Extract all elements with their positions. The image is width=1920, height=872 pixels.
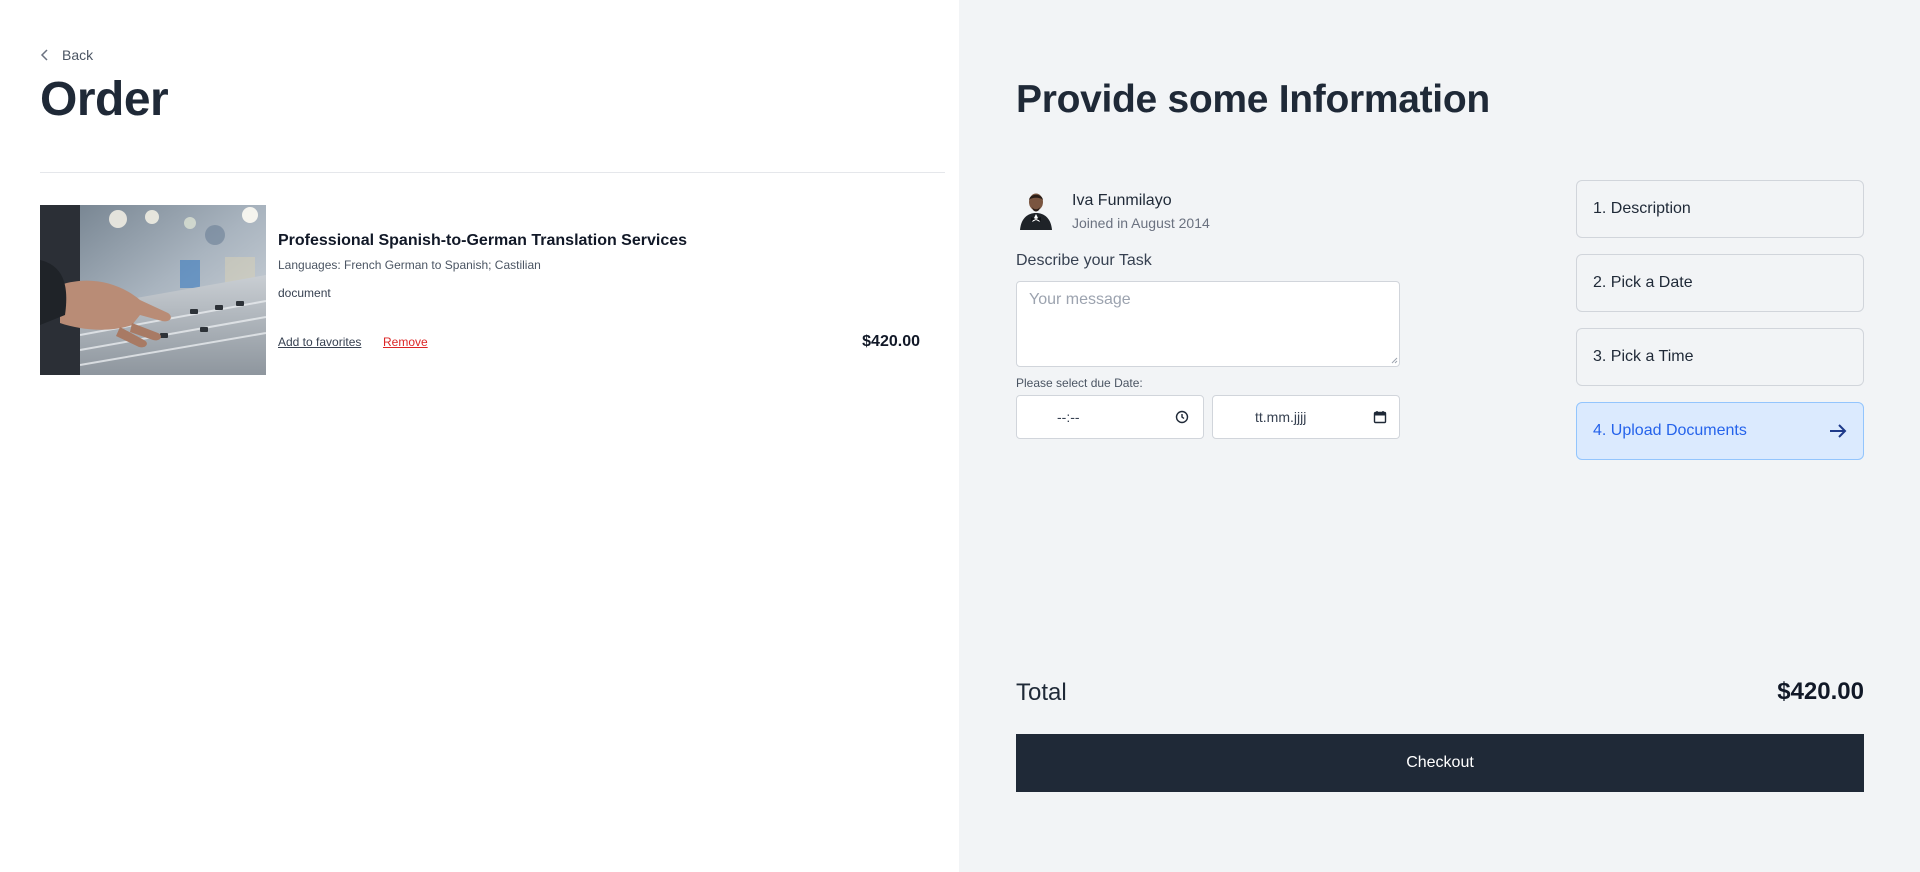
info-panel: Provide some Information Iva Funmilayo J… (959, 0, 1920, 872)
step-label: 3. Pick a Time (1593, 348, 1694, 365)
resize-grip-icon[interactable] (1391, 357, 1398, 364)
time-value: --:-- (1057, 409, 1080, 425)
step-label: 4. Upload Documents (1593, 422, 1747, 439)
page-title: Order (40, 73, 169, 126)
avatar (1016, 188, 1056, 230)
date-input[interactable]: tt.mm.jjjj (1212, 395, 1400, 439)
product-title[interactable]: Professional Spanish-to-German Translati… (278, 232, 687, 250)
product-image (40, 205, 266, 375)
task-label: Describe your Task (1016, 252, 1152, 269)
user-name: Iva Funmilayo (1072, 192, 1172, 209)
info-title: Provide some Information (1016, 78, 1490, 121)
product-type: document (278, 286, 331, 300)
total-label: Total (1016, 679, 1067, 706)
add-to-favorites-link[interactable]: Add to favorites (278, 335, 361, 349)
date-value: tt.mm.jjjj (1255, 409, 1307, 425)
chevron-left-icon (40, 49, 48, 61)
divider (40, 172, 945, 173)
step-upload-documents[interactable]: 4. Upload Documents (1576, 402, 1864, 460)
user-joined: Joined in August 2014 (1072, 215, 1210, 231)
checkout-button[interactable]: Checkout (1016, 734, 1864, 792)
product-languages: Languages: French German to Spanish; Cas… (278, 258, 541, 272)
step-pick-date[interactable]: 2. Pick a Date (1576, 254, 1864, 312)
step-pick-time[interactable]: 3. Pick a Time (1576, 328, 1864, 386)
product-price: $420.00 (862, 333, 920, 350)
remove-link[interactable]: Remove (383, 335, 428, 349)
total-value: $420.00 (1777, 678, 1864, 705)
arrow-right-icon (1830, 424, 1847, 438)
back-link[interactable]: Back (40, 47, 93, 63)
step-description[interactable]: 1. Description (1576, 180, 1864, 238)
clock-icon[interactable] (1175, 410, 1189, 424)
time-input[interactable]: --:-- (1016, 395, 1204, 439)
step-label: 1. Description (1593, 200, 1691, 217)
back-label: Back (62, 47, 94, 63)
calendar-icon[interactable] (1373, 410, 1387, 424)
order-panel: Back Order Professional Spanish-to-Germa… (0, 0, 959, 872)
step-label: 2. Pick a Date (1593, 274, 1693, 291)
task-message-input[interactable] (1016, 281, 1400, 367)
due-date-label: Please select due Date: (1016, 376, 1143, 390)
